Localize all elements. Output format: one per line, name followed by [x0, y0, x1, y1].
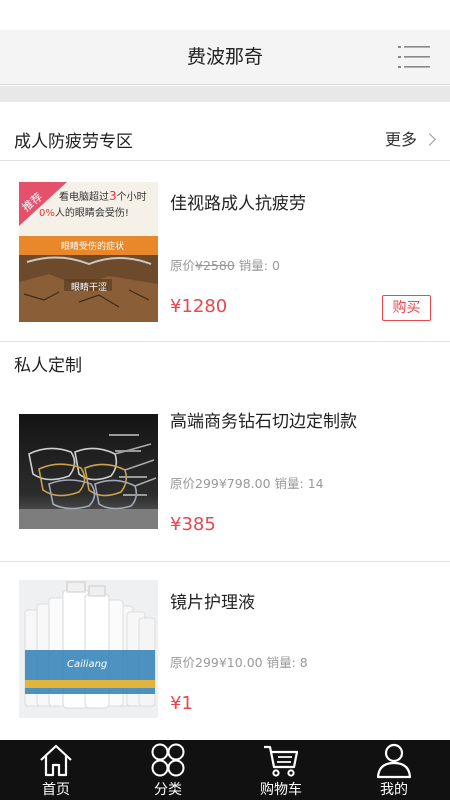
bottom-tab-bar: 首页 分类 购物车 我的	[0, 740, 450, 800]
product-name[interactable]: 镜片护理液	[170, 588, 255, 613]
product-meta: 原价299¥10.00 销量: 8	[170, 655, 308, 670]
chevron-right-icon	[423, 133, 436, 146]
tab-mine[interactable]: 我的	[338, 740, 450, 800]
product-meta: 原价¥2580 销量: 0	[170, 258, 280, 273]
status-bar	[0, 0, 450, 30]
tab-label: 我的	[380, 782, 408, 798]
tab-label: 首页	[42, 782, 70, 798]
tab-label: 分类	[154, 782, 182, 798]
image-subline: 0%人的眼睛会受伤!	[39, 208, 129, 219]
menu-lines-icon[interactable]	[398, 44, 430, 70]
divider	[0, 561, 450, 562]
page-title: 费波那奇	[186, 46, 263, 68]
more-link[interactable]: 更多	[384, 126, 436, 150]
product-image-anti-fatigue[interactable]: 推荐 看电脑超过3个小时 0%人的眼睛会受伤! 眼睛受伤的症状 眼睛干涩	[19, 182, 158, 322]
product-price: ¥385	[170, 514, 216, 535]
section-title-anti-fatigue: 成人防疲劳专区	[14, 132, 133, 152]
image-caption: 眼睛干涩	[71, 283, 108, 293]
lens-solution-brand: Cailiang	[67, 659, 108, 670]
section-gap	[0, 86, 450, 102]
tab-category[interactable]: 分类	[112, 740, 224, 800]
product-image-lens-solution[interactable]: Cailiang	[19, 580, 158, 718]
user-icon	[376, 743, 412, 779]
cart-icon	[264, 745, 299, 777]
section-title-custom: 私人定制	[14, 356, 82, 376]
image-banner: 眼睛受伤的症状	[61, 242, 125, 252]
divider	[0, 341, 450, 342]
tab-home[interactable]: 首页	[0, 740, 112, 800]
divider	[0, 160, 450, 161]
tab-label: 购物车	[260, 782, 302, 798]
product-name[interactable]: 佳视路成人抗疲劳	[170, 189, 306, 214]
category-icon	[151, 743, 185, 777]
product-price: ¥1	[170, 693, 193, 714]
image-headline: 看电脑超过3个小时	[59, 189, 147, 203]
product-price: ¥1280	[170, 296, 228, 317]
product-image-glasses[interactable]	[19, 414, 158, 529]
product-meta: 原价299¥798.00 销量: 14	[170, 476, 324, 491]
more-label: 更多	[384, 130, 417, 149]
tab-cart[interactable]: 购物车	[225, 740, 337, 800]
home-icon	[40, 744, 72, 777]
product-name[interactable]: 高端商务钻石切边定制款	[170, 407, 357, 432]
buy-button[interactable]: 购买	[382, 295, 431, 321]
top-header: 费波那奇	[0, 30, 450, 85]
